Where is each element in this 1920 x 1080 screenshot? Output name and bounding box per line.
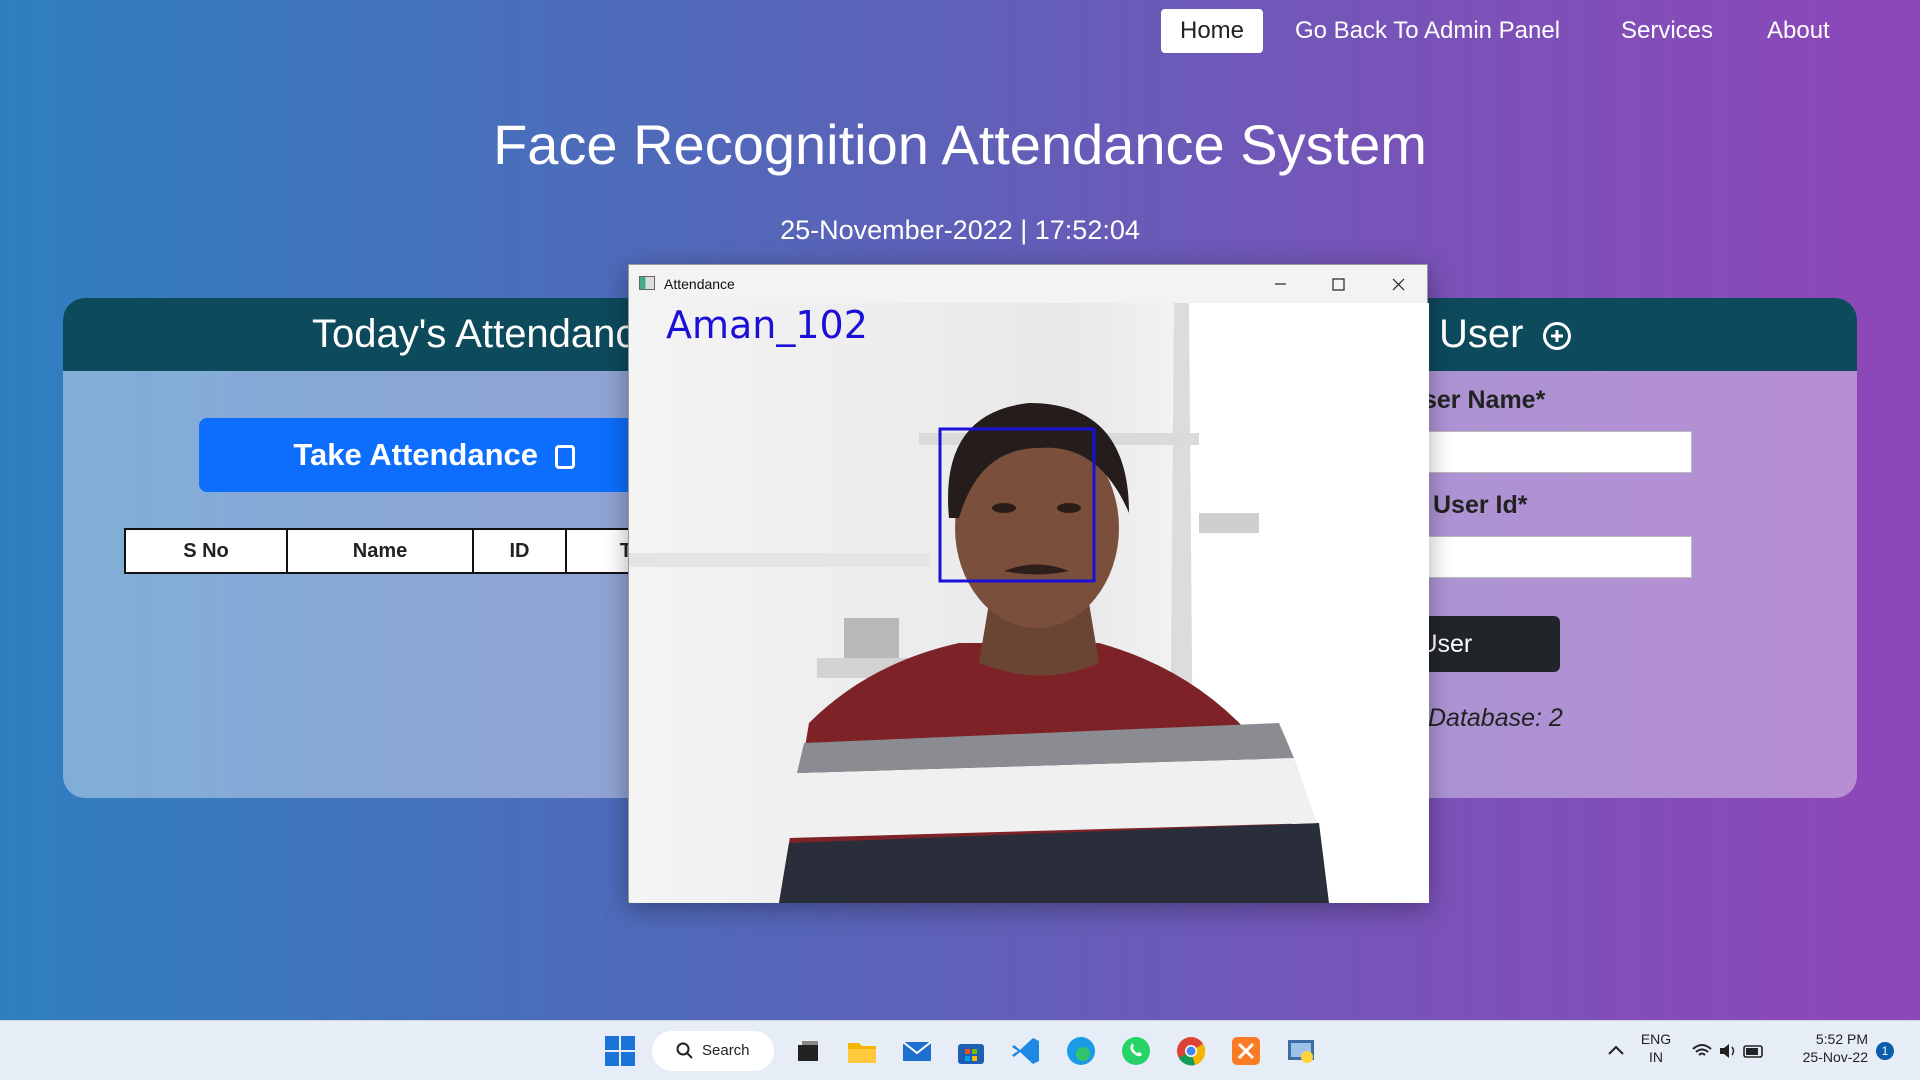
chevron-up-icon <box>1608 1045 1624 1055</box>
folder-icon <box>848 1043 876 1063</box>
store-button[interactable] <box>955 1035 987 1067</box>
vscode-icon <box>1012 1038 1039 1064</box>
taskbar-search[interactable]: Search <box>652 1031 774 1071</box>
python-app-button[interactable] <box>1285 1035 1317 1067</box>
store-icon <box>958 1044 984 1064</box>
camera-feed: Aman_102 <box>629 303 1429 903</box>
search-icon <box>676 1042 693 1059</box>
app-icon <box>639 276 655 290</box>
mail-icon <box>902 1041 932 1061</box>
minimize-icon <box>1275 283 1286 285</box>
take-attendance-button[interactable]: Take Attendance <box>199 418 669 492</box>
checkbox-icon <box>554 444 575 469</box>
show-hidden-icons-button[interactable] <box>1604 1037 1628 1065</box>
task-view-icon <box>798 1041 818 1061</box>
top-navbar: Home Go Back To Admin Panel Services Abo… <box>0 0 1920 80</box>
taskbar: Search ENG IN 5:52 PM 25-Nov-22 1 <box>0 1020 1920 1080</box>
attendance-camera-window[interactable]: Attendance Aman_102 <box>628 264 1429 903</box>
whatsapp-icon <box>1122 1037 1150 1065</box>
region-code: IN <box>1649 1049 1663 1065</box>
start-button[interactable] <box>604 1035 636 1067</box>
nav-about-link[interactable]: About <box>1767 9 1830 53</box>
windows-logo-icon <box>605 1036 635 1066</box>
detected-name-label: Aman_102 <box>666 303 868 347</box>
vscode-button[interactable] <box>1010 1035 1042 1067</box>
xampp-icon <box>1232 1037 1260 1065</box>
camera-window-titlebar[interactable]: Attendance <box>629 265 1427 303</box>
edge-icon <box>1067 1037 1095 1065</box>
system-tray-status[interactable] <box>1690 1037 1768 1065</box>
notification-badge[interactable]: 1 <box>1876 1042 1894 1060</box>
maximize-button[interactable] <box>1309 265 1367 303</box>
language-indicator[interactable]: ENG IN <box>1638 1031 1674 1065</box>
clock[interactable]: 5:52 PM 25-Nov-22 <box>1788 1031 1868 1065</box>
clock-time: 5:52 PM <box>1815 1031 1868 1047</box>
current-datetime: 25-November-2022 | 17:52:04 <box>780 215 1140 245</box>
python-window-icon <box>1288 1040 1314 1063</box>
minimize-button[interactable] <box>1251 265 1309 303</box>
language-code: ENG <box>1640 1031 1672 1047</box>
chrome-icon <box>1177 1037 1206 1066</box>
webcam-image <box>629 303 1429 903</box>
wifi-volume-battery-icon <box>1692 1044 1763 1058</box>
nav-home-link[interactable]: Home <box>1161 9 1264 53</box>
mail-button[interactable] <box>901 1035 933 1067</box>
add-circle-icon <box>1542 322 1571 351</box>
edge-button[interactable] <box>1065 1035 1097 1067</box>
table-header-row: S No Name ID T <box>124 528 687 574</box>
chrome-button[interactable] <box>1175 1035 1207 1067</box>
whatsapp-button[interactable] <box>1120 1035 1152 1067</box>
close-button[interactable] <box>1369 265 1427 303</box>
xampp-button[interactable] <box>1230 1035 1262 1067</box>
nav-admin-panel-link[interactable]: Go Back To Admin Panel <box>1295 9 1560 53</box>
add-user-header-label: User <box>1439 312 1524 356</box>
maximize-icon <box>1332 278 1345 291</box>
take-attendance-label: Take Attendance <box>293 437 538 472</box>
user-name-label: ser Name* <box>1423 386 1546 414</box>
close-icon <box>1392 278 1405 291</box>
user-id-label: User Id* <box>1433 491 1528 519</box>
page-title: Face Recognition Attendance System <box>493 113 1427 176</box>
column-header-sno: S No <box>124 528 288 574</box>
column-header-id: ID <box>472 528 567 574</box>
column-header-name: Name <box>286 528 474 574</box>
nav-services-link[interactable]: Services <box>1621 9 1713 53</box>
file-explorer-button[interactable] <box>846 1035 878 1067</box>
attendance-table: S No Name ID T <box>124 528 687 574</box>
clock-date: 25-Nov-22 <box>1802 1049 1868 1065</box>
database-count: Database: 2 <box>1428 704 1563 732</box>
task-view-button[interactable] <box>792 1035 824 1067</box>
camera-window-title: Attendance <box>664 276 735 292</box>
search-label: Search <box>702 1042 750 1059</box>
